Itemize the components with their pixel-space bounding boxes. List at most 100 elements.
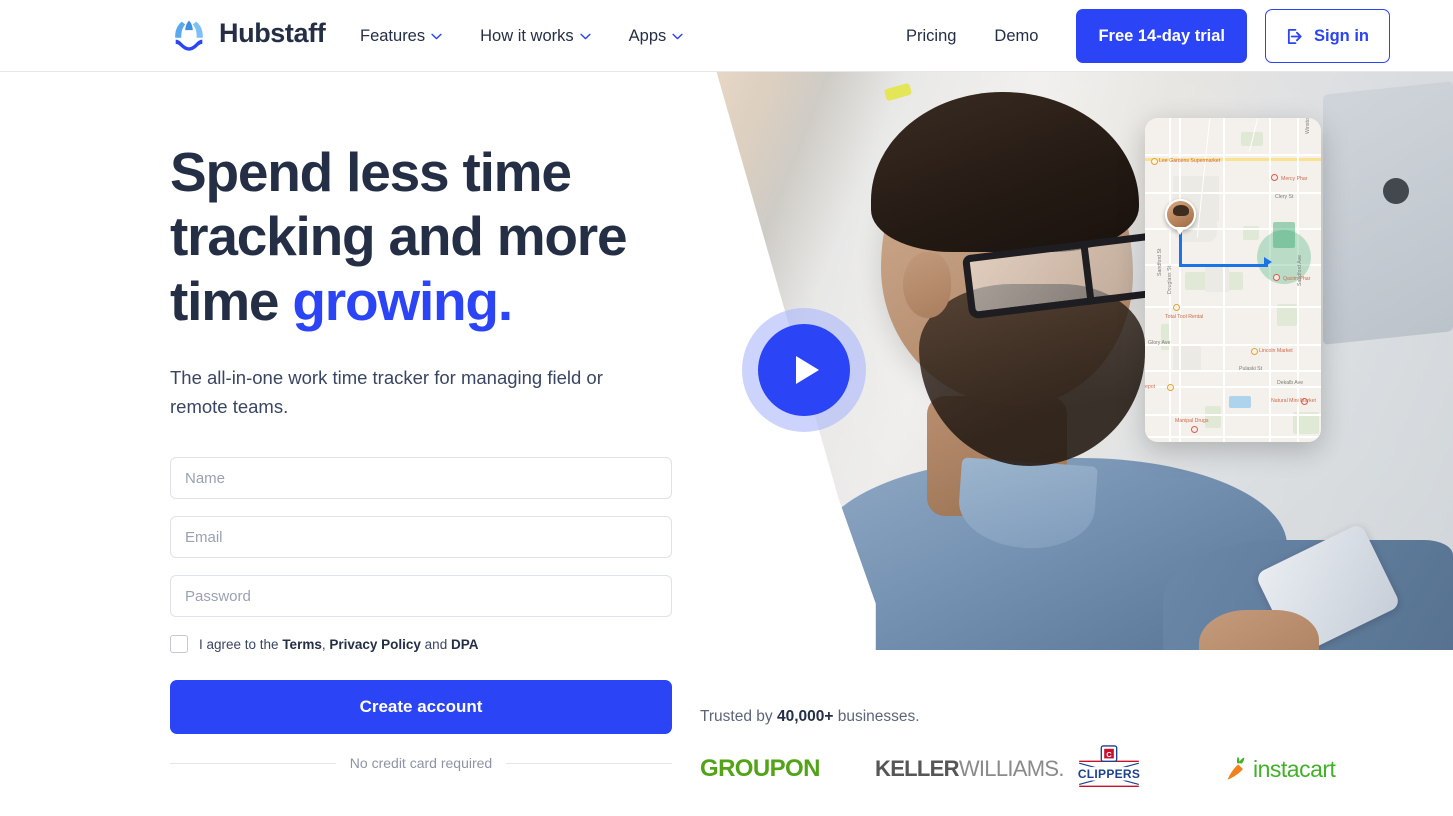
trusted-by-section: Trusted by 40,000+ businesses.	[700, 708, 920, 726]
keller-williams-logo-text: KELLERWILLIAMS.	[875, 756, 1064, 782]
svg-text:C: C	[1106, 750, 1112, 759]
chevron-down-icon	[431, 33, 442, 40]
terms-agreement-label: I agree to the Terms, Privacy Policy and…	[199, 637, 478, 652]
landing-page: Hubstaff Features How it works Apps Pric…	[0, 0, 1453, 816]
headline-line-1: Spend less time	[170, 141, 572, 203]
no-credit-card-note: No credit card required	[170, 755, 672, 771]
background-monitor	[1323, 81, 1453, 345]
background-highlighter	[883, 82, 913, 102]
clippers-logo: C CLIPPERS	[1075, 744, 1225, 794]
hero-left-column: Spend less time tracking and more time g…	[170, 72, 672, 771]
svg-text:CLIPPERS: CLIPPERS	[1078, 767, 1140, 781]
map-overlay-card: Lee Gardens Supermarket Mercy Phar Qasim…	[1145, 118, 1321, 442]
map-poi-dot	[1173, 304, 1180, 311]
map-road	[1145, 370, 1321, 372]
nav-item-how-it-works[interactable]: How it works	[480, 27, 591, 46]
play-icon	[795, 356, 819, 384]
play-video-control[interactable]	[742, 308, 866, 432]
nav-item-features[interactable]: Features	[360, 27, 442, 46]
map-road	[1145, 344, 1321, 346]
clippers-logo-icon: C CLIPPERS	[1078, 745, 1140, 787]
terms-agreement-row: I agree to the Terms, Privacy Policy and…	[170, 635, 672, 654]
map-route-line	[1179, 264, 1268, 267]
sign-in-button[interactable]: Sign in	[1265, 9, 1390, 63]
groupon-logo: GROUPON	[700, 755, 875, 783]
map-poi-label: Lincoln Market	[1259, 348, 1293, 354]
map-street-label: Dekalb Ave	[1277, 380, 1304, 386]
no-credit-card-text: No credit card required	[349, 755, 493, 772]
name-input[interactable]	[170, 457, 672, 500]
person-ear	[903, 252, 951, 318]
headline-line-2: tracking and more	[170, 205, 628, 268]
map-street-label: Winston	[1305, 118, 1311, 134]
map-poi-label: epot	[1145, 384, 1156, 390]
nav-label: Apps	[628, 26, 667, 45]
map-road	[1145, 414, 1321, 416]
terms-checkbox[interactable]	[170, 635, 188, 654]
nav-label: Features	[360, 26, 426, 45]
instacart-logo: instacart	[1225, 755, 1336, 783]
map-road	[1145, 306, 1321, 308]
map-poi-dot	[1151, 158, 1158, 165]
logo[interactable]: Hubstaff	[170, 14, 326, 52]
map-street-label: Douglass St	[1167, 266, 1173, 294]
map-poi-label: Total Tool Rental	[1165, 314, 1204, 320]
sign-in-label: Sign in	[1314, 26, 1369, 45]
nav-label: How it works	[480, 26, 574, 45]
avatar	[1165, 199, 1196, 230]
map-road	[1145, 436, 1321, 438]
map-poi-dot	[1271, 174, 1278, 181]
chevron-down-icon	[580, 33, 591, 40]
map-block	[1205, 266, 1229, 292]
nav-item-pricing[interactable]: Pricing	[906, 27, 956, 46]
hero-subheadline: The all-in-one work time tracker for man…	[170, 367, 603, 417]
map-block	[1173, 346, 1201, 372]
password-input[interactable]	[170, 575, 672, 618]
headline-accent: growing.	[292, 269, 513, 332]
hubstaff-logo-icon	[170, 14, 208, 52]
kw-bold: KELLER	[875, 756, 960, 781]
map-poi-dot	[1273, 274, 1280, 281]
groupon-logo-text: GROUPON	[700, 755, 820, 782]
map-poi-dot	[1191, 426, 1198, 433]
sign-in-arrow-icon	[1286, 27, 1305, 46]
map-road	[1145, 192, 1321, 194]
map-road	[1223, 118, 1225, 442]
map-street-label: Glory Ave	[1148, 340, 1171, 346]
map-poi-label: Manipal Drugs	[1175, 418, 1209, 424]
create-account-button[interactable]: Create account	[170, 680, 672, 735]
map-poi-label: Lee Gardens Supermarket	[1159, 158, 1221, 164]
map-poi-label: Mercy Phar	[1281, 176, 1308, 182]
email-input[interactable]	[170, 516, 672, 559]
privacy-policy-link[interactable]: Privacy Policy	[329, 637, 421, 652]
keller-williams-logo: KELLERWILLIAMS.	[875, 756, 1075, 782]
headline-line-3: time	[170, 269, 293, 332]
main-navigation: Features How it works Apps	[360, 0, 683, 72]
map-building	[1273, 222, 1295, 248]
play-button[interactable]	[758, 324, 850, 416]
map-water	[1229, 396, 1251, 408]
kw-light: WILLIAMS.	[958, 756, 1065, 781]
nav-item-apps[interactable]: Apps	[629, 27, 684, 46]
instacart-logo-text: instacart	[1253, 755, 1336, 782]
map-street-label: Sandford Ave	[1297, 254, 1303, 286]
agree-sep-2: and	[420, 636, 451, 652]
person-hand	[1199, 610, 1319, 650]
trusted-count: 40,000+	[776, 708, 834, 725]
logo-text: Hubstaff	[219, 17, 326, 48]
terms-link[interactable]: Terms	[282, 637, 322, 652]
carrot-icon	[1227, 756, 1245, 780]
free-trial-button[interactable]: Free 14-day trial	[1076, 9, 1247, 63]
dpa-link[interactable]: DPA	[451, 637, 479, 652]
agree-prefix: I agree to the	[199, 636, 283, 652]
divider-right	[506, 762, 672, 764]
person-hair	[871, 92, 1139, 252]
chevron-down-icon	[672, 33, 683, 40]
map-poi-dot	[1251, 348, 1258, 355]
header-actions: Pricing Demo Free 14-day trial Sign in	[906, 0, 1390, 72]
nav-item-demo[interactable]: Demo	[994, 27, 1038, 46]
trusted-by-text: Trusted by 40,000+ businesses.	[700, 708, 920, 726]
divider-left	[170, 762, 336, 764]
trusted-prefix: Trusted by	[700, 708, 777, 725]
map-poi-dot	[1167, 384, 1174, 391]
